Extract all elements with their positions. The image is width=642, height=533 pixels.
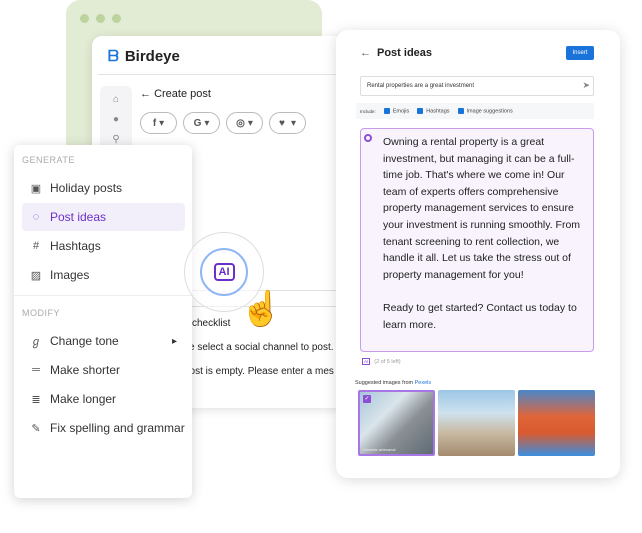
menu-item-label: Fix spelling and grammar xyxy=(50,421,185,435)
menu-item-label: Hashtags xyxy=(50,239,101,253)
suggested-label: Suggested images from Pexels xyxy=(355,380,431,386)
chat-icon[interactable]: ● xyxy=(100,110,132,130)
remaining-text: (2 of 5 left) xyxy=(374,358,401,365)
menu-item-label: Change tone xyxy=(50,334,119,348)
panel-title-text: Post ideas xyxy=(377,47,433,59)
warning-text: post is empty. Please enter a mes xyxy=(184,366,334,377)
brand-name: Birdeye xyxy=(124,48,180,65)
facebook-icon: f xyxy=(152,117,157,129)
panel-title: ← Post ideas xyxy=(360,47,432,59)
chevron-right-icon: ▸ xyxy=(171,335,177,347)
menu-item-label: Post ideas xyxy=(50,210,107,224)
instagram-channel-button[interactable]: ◎ ▾ xyxy=(226,112,263,134)
prompt-input[interactable]: Rental properties are a great investment… xyxy=(360,76,594,96)
suggested-image-3[interactable] xyxy=(518,390,595,456)
home-icon[interactable]: ⌂ xyxy=(100,90,132,110)
menu-item-holiday-posts[interactable]: ▣ Holiday posts xyxy=(22,174,185,202)
menu-item-post-ideas[interactable]: ◌ Post ideas xyxy=(22,203,185,231)
menu-item-label: Holiday posts xyxy=(50,181,123,195)
hashtags-checkbox[interactable]: Hashtags xyxy=(417,107,450,115)
twitter-channel-button[interactable]: ♥ ▾ xyxy=(269,112,306,134)
menu-item-make-longer[interactable]: ≣ Make longer xyxy=(22,385,185,413)
calendar-icon: ▣ xyxy=(30,182,42,195)
section-label: MODIFY xyxy=(22,308,60,318)
prompt-text: Rental properties are a great investment xyxy=(367,83,475,89)
post-text: Owning a rental property is a great inve… xyxy=(383,136,581,281)
window-dot xyxy=(112,14,121,23)
menu-item-fix-spelling[interactable]: ✎ Fix spelling and grammar xyxy=(22,414,185,442)
post-idea-card[interactable]: Owning a rental property is a great inve… xyxy=(360,128,594,352)
include-label: Include: xyxy=(360,108,376,114)
pexels-link[interactable]: Pexels xyxy=(415,380,432,386)
include-options: Include: Emojis Hashtags Image suggestio… xyxy=(356,103,594,119)
image-suggestions-checkbox[interactable]: Image suggestions xyxy=(457,107,513,115)
divider xyxy=(98,74,354,75)
selected-radio[interactable] xyxy=(364,134,372,142)
ai-icon: AI xyxy=(213,263,235,281)
ai-button[interactable]: AI xyxy=(200,248,248,296)
page-title: ← Create post xyxy=(140,88,211,100)
image-icon: ▨ xyxy=(30,269,42,282)
lightbulb-icon: ◌ xyxy=(32,211,40,223)
suggested-image-1[interactable]: ✓ Ceramic artesanal xyxy=(358,390,435,456)
option-label: Hashtags xyxy=(426,108,450,115)
suggested-image-2[interactable] xyxy=(438,390,515,456)
menu-item-make-shorter[interactable]: ═ Make shorter xyxy=(22,356,185,384)
google-channel-button[interactable]: G ▾ xyxy=(183,112,220,134)
menu-item-images[interactable]: ▨ Images xyxy=(22,261,185,289)
instagram-icon: ◎ xyxy=(236,117,245,129)
checklist-label: checklist xyxy=(192,318,231,329)
brand-logo: ᗷ Birdeye xyxy=(108,48,180,65)
menu-item-change-tone[interactable]: ℊ Change tone ▸ xyxy=(22,327,185,355)
section-label: GENERATE xyxy=(22,155,75,165)
ai-icon[interactable]: AI xyxy=(362,358,371,365)
remaining-count: AI (2 of 5 left) xyxy=(362,358,401,365)
facebook-channel-button[interactable]: f ▾ xyxy=(140,112,177,134)
emojis-checkbox[interactable]: Emojis xyxy=(383,107,410,115)
post-cta: Ready to get started? Contact us today t… xyxy=(383,301,577,331)
birdeye-logo-icon: ᗷ xyxy=(108,48,119,65)
hashtag-icon: # xyxy=(32,240,40,252)
back-arrow-icon[interactable]: ← xyxy=(360,47,371,59)
hand-cursor-icon: ☝ xyxy=(240,290,283,328)
menu-item-label: Make shorter xyxy=(50,363,121,377)
shorter-icon: ═ xyxy=(32,364,40,376)
menu-item-label: Images xyxy=(50,268,90,282)
ai-menu: GENERATE ▣ Holiday posts ◌ Post ideas # Has… xyxy=(14,145,192,498)
post-ideas-panel: ← Post ideas Insert Rental properties are… xyxy=(336,30,620,478)
tone-icon: ℊ xyxy=(30,336,42,348)
window-dot xyxy=(80,14,89,23)
page-title-text: Create post xyxy=(154,88,211,100)
option-label: Image suggestions xyxy=(466,108,513,115)
image-caption: Ceramic artesanal xyxy=(363,447,396,452)
check-icon[interactable]: ✓ xyxy=(363,395,371,403)
divider xyxy=(14,295,192,296)
google-icon: G xyxy=(193,117,202,129)
longer-icon: ≣ xyxy=(31,393,41,406)
window-dot xyxy=(96,14,105,23)
insert-button[interactable]: Insert xyxy=(566,46,594,60)
warning-text: se select a social channel to post. xyxy=(184,342,334,353)
option-label: Emojis xyxy=(392,108,410,115)
menu-item-label: Make longer xyxy=(50,392,117,406)
spellcheck-icon: ✎ xyxy=(31,422,41,435)
menu-item-hashtags[interactable]: # Hashtags xyxy=(22,232,185,260)
back-arrow-icon[interactable]: ← xyxy=(140,88,154,100)
send-icon[interactable]: ➤ xyxy=(582,80,590,91)
suggested-text: Suggested images from xyxy=(355,380,414,386)
